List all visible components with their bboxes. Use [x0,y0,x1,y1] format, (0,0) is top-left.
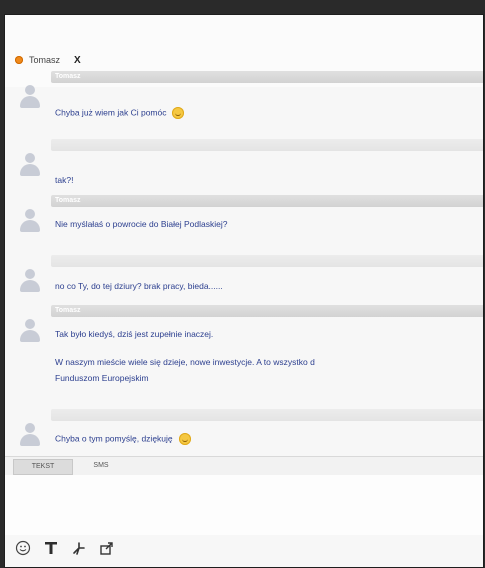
mode-bar: TEKST SMS [5,457,483,475]
message-text: Funduszom Europejskim [55,373,149,383]
message-text: W naszym mieście wiele się dzieje, nowe … [55,357,315,367]
sender-bar [51,409,483,421]
share-icon[interactable] [97,538,117,558]
message-text: Tak było kiedyś, dziś jest zupełnie inac… [55,329,214,339]
message-text: Chyba o tym pomyślę, dziękuję [55,433,191,445]
smiley-icon [172,107,185,119]
chat-window: Tomasz X Tomasz Chyba już wiem jak Ci po… [4,14,484,568]
avatar [19,269,41,295]
message-text-content: Chyba o tym pomyślę, dziękuję [55,433,173,444]
tab-title: Tomasz [29,55,61,65]
sender-bar: Tomasz [51,195,483,207]
avatar [19,85,41,111]
message-text: tak?! [55,175,74,185]
status-dot-icon [15,56,23,64]
tab-conversation[interactable]: Tomasz X [15,51,81,69]
avatar [19,319,41,345]
tab-close-button[interactable]: X [74,55,81,66]
avatar [19,209,41,235]
toolbar [13,537,117,559]
smiley-icon [178,433,191,445]
mode-text-button[interactable]: TEKST [13,459,73,475]
sender-bar [51,255,483,267]
message-text-content: Chyba już wiem jak Ci pomóc [55,107,167,118]
avatar [19,153,41,179]
message-text: Nie myślałaś o powrocie do Białej Podlas… [55,219,228,229]
message-input[interactable] [5,475,483,535]
message-text: no co Ty, do tej dziury? brak pracy, bie… [55,281,223,291]
sender-bar [51,139,483,151]
avatar [19,423,41,449]
smiley-icon[interactable] [13,538,33,558]
mode-sms-button[interactable]: SMS [77,459,125,473]
text-format-icon[interactable] [41,538,61,558]
sender-bar: Tomasz [51,71,483,83]
sender-bar: Tomasz [51,305,483,317]
message-list: Tomasz Chyba już wiem jak Ci pomóc tak?!… [5,71,483,456]
message-text: Chyba już wiem jak Ci pomóc [55,107,185,119]
nudge-icon[interactable] [69,538,89,558]
